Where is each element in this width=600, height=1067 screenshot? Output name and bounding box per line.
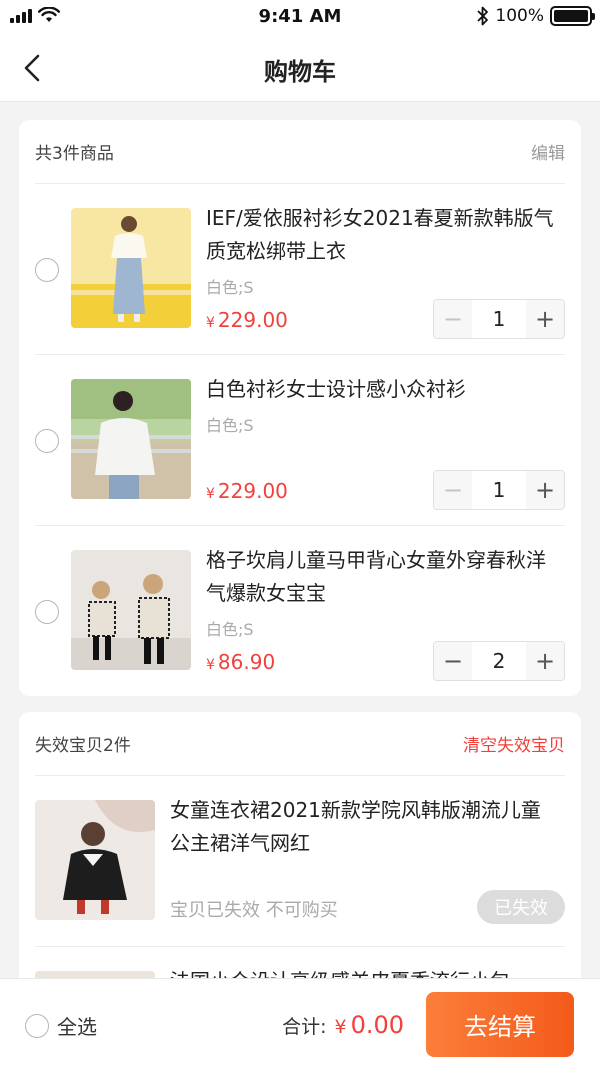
bluetooth-icon: [477, 6, 489, 26]
price-value: 229.00: [217, 308, 288, 332]
checkout-button[interactable]: 去结算: [426, 992, 574, 1057]
quantity-input[interactable]: 1: [472, 300, 526, 338]
battery-icon: [550, 6, 595, 26]
product-title[interactable]: 格子坎肩儿童马甲背心女童外穿春秋洋气爆款女宝宝: [206, 544, 555, 610]
quantity-stepper: − 1 +: [433, 470, 565, 510]
checkout-bar: 全选 合计: ¥ 0.00 去结算: [0, 978, 600, 1067]
decrease-button[interactable]: −: [434, 642, 472, 680]
item-select-radio[interactable]: [35, 258, 59, 282]
product-image[interactable]: [35, 800, 155, 920]
decrease-button[interactable]: −: [434, 471, 472, 509]
product-title[interactable]: IEF/爱依服衬衫女2021春夏新款韩版气质宽松绑带上衣: [206, 202, 555, 268]
status-bar: 9:41 AM 100%: [0, 0, 600, 34]
quantity-stepper: − 2 +: [433, 641, 565, 681]
total-label: 合计:: [282, 1016, 327, 1038]
invalid-items-card: 失效宝贝2件 清空失效宝贝 女童连衣裙2021新款学院风韩版潮流儿童公主裙洋气网…: [19, 712, 581, 992]
invalid-count-label: 失效宝贝2件: [35, 736, 131, 756]
decrease-button[interactable]: −: [434, 300, 472, 338]
invalid-title: 女童连衣裙2021新款学院风韩版潮流儿童公主裙洋气网红: [170, 798, 541, 855]
edit-button[interactable]: 编辑: [531, 139, 565, 164]
invalid-item: 女童连衣裙2021新款学院风韩版潮流儿童公主裙洋气网红 宝贝已失效 不可购买 已…: [35, 776, 565, 947]
item-select-radio[interactable]: [35, 429, 59, 453]
currency-symbol: ¥: [206, 315, 215, 331]
increase-button[interactable]: +: [526, 300, 564, 338]
quantity-stepper: − 1 +: [433, 299, 565, 339]
status-right: 100%: [477, 6, 595, 26]
cart-item: 白色衬衫女士设计感小众衬衫 白色;S ¥229.00 − 1 +: [35, 355, 565, 526]
product-spec: 白色;S: [206, 416, 254, 435]
invalid-note: 宝贝已失效 不可购买: [170, 900, 338, 921]
battery-percent: 100%: [495, 6, 544, 26]
quantity-input[interactable]: 1: [472, 471, 526, 509]
page-title: 购物车: [264, 58, 336, 86]
quantity-input[interactable]: 2: [472, 642, 526, 680]
product-image[interactable]: [71, 208, 191, 328]
product-image[interactable]: [71, 379, 191, 499]
invalid-header: 失效宝贝2件 清空失效宝贝: [35, 712, 565, 776]
product-price: ¥86.90: [206, 650, 275, 674]
price-value: 229.00: [217, 479, 288, 503]
product-spec: 白色;S: [206, 278, 254, 297]
cart-count-label: 共3件商品: [35, 144, 114, 164]
currency-symbol: ¥: [206, 657, 215, 673]
product-price: ¥229.00: [206, 479, 288, 503]
select-all-toggle[interactable]: 全选: [25, 1011, 97, 1040]
product-price: ¥229.00: [206, 308, 288, 332]
nav-bar: 购物车: [0, 34, 600, 102]
product-title[interactable]: 白色衬衫女士设计感小众衬衫: [206, 373, 555, 406]
product-spec: 白色;S: [206, 620, 254, 639]
cart-item: IEF/爱依服衬衫女2021春夏新款韩版气质宽松绑带上衣 白色;S ¥229.0…: [35, 184, 565, 355]
increase-button[interactable]: +: [526, 642, 564, 680]
increase-button[interactable]: +: [526, 471, 564, 509]
price-value: 86.90: [217, 650, 276, 674]
total-value: 0.00: [350, 1011, 404, 1039]
cart-item: 格子坎肩儿童马甲背心女童外穿春秋洋气爆款女宝宝 白色;S ¥86.90 − 2 …: [35, 526, 565, 696]
currency-symbol: ¥: [206, 486, 215, 502]
select-all-radio[interactable]: [25, 1013, 49, 1038]
select-all-label: 全选: [57, 1015, 97, 1039]
total-price: 合计: ¥ 0.00: [282, 1011, 404, 1039]
cart-header: 共3件商品 编辑: [35, 120, 565, 184]
product-image[interactable]: [71, 550, 191, 670]
item-select-radio[interactable]: [35, 600, 59, 624]
total-currency: ¥: [334, 1016, 347, 1038]
cart-card: 共3件商品 编辑 IEF/爱依服衬衫女2021春夏新款韩版气质宽松绑带上衣 白色…: [19, 120, 581, 696]
clear-invalid-button[interactable]: 清空失效宝贝: [463, 731, 565, 756]
invalid-badge: 已失效: [477, 890, 565, 924]
